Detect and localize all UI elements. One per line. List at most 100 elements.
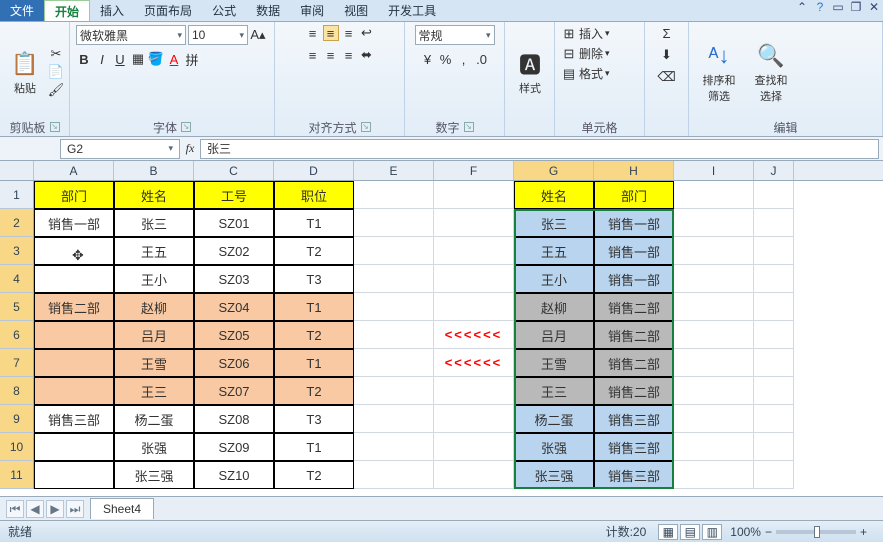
cell[interactable]: 张三强 xyxy=(514,461,594,489)
cell[interactable]: 王雪 xyxy=(114,349,194,377)
cell[interactable]: 王五 xyxy=(514,237,594,265)
cell[interactable]: 销售二部 xyxy=(594,349,674,377)
border-icon[interactable]: ▦ xyxy=(130,51,146,67)
menu-tab-6[interactable]: 视图 xyxy=(334,0,378,21)
find-select-button[interactable]: 🔍查找和选择 xyxy=(747,35,795,109)
col-header-E[interactable]: E xyxy=(354,161,434,180)
cell[interactable]: 姓名 xyxy=(114,181,194,209)
cell[interactable]: T1 xyxy=(274,349,354,377)
row-header[interactable]: 10 xyxy=(0,433,34,461)
delete-button[interactable]: ⊟删除▾ xyxy=(561,45,610,62)
sheet-tab[interactable]: Sheet4 xyxy=(90,498,154,519)
cut-icon[interactable]: ✂ xyxy=(48,46,64,62)
align-middle-icon[interactable]: ≡ xyxy=(323,25,339,41)
menu-tab-5[interactable]: 审阅 xyxy=(290,0,334,21)
cell[interactable]: SZ08 xyxy=(194,405,274,433)
cell[interactable]: T2 xyxy=(274,237,354,265)
cell[interactable] xyxy=(354,433,434,461)
cell[interactable] xyxy=(754,349,794,377)
cell[interactable] xyxy=(754,461,794,489)
cell[interactable] xyxy=(354,265,434,293)
cell[interactable] xyxy=(754,321,794,349)
name-box[interactable]: G2▾ xyxy=(60,139,180,159)
cell[interactable]: 王五 xyxy=(114,237,194,265)
cell[interactable] xyxy=(354,181,434,209)
decrease-decimal-icon[interactable]: .0 xyxy=(474,51,490,67)
row-header[interactable]: 1 xyxy=(0,181,34,209)
worksheet[interactable]: ABCDEFGHIJ 1部门姓名工号职位姓名部门2销售一部张三SZ01T1张三销… xyxy=(0,161,883,496)
col-header-B[interactable]: B xyxy=(114,161,194,180)
cell[interactable]: 王三 xyxy=(114,377,194,405)
row-header[interactable]: 8 xyxy=(0,377,34,405)
percent-icon[interactable]: % xyxy=(438,51,454,67)
bold-icon[interactable]: B xyxy=(76,51,92,67)
cell[interactable]: 吕月 xyxy=(114,321,194,349)
cell[interactable]: 杨二蛋 xyxy=(514,405,594,433)
menu-file[interactable]: 文件 xyxy=(0,0,44,21)
cell[interactable] xyxy=(34,349,114,377)
cell[interactable] xyxy=(354,321,434,349)
cell[interactable]: 工号 xyxy=(194,181,274,209)
dialog-launcher-icon[interactable]: ↘ xyxy=(181,122,191,132)
cell[interactable] xyxy=(34,377,114,405)
col-header-G[interactable]: G xyxy=(514,161,594,180)
col-header-F[interactable]: F xyxy=(434,161,514,180)
view-page-layout-icon[interactable]: ▤ xyxy=(680,524,700,540)
cell[interactable] xyxy=(434,461,514,489)
zoom-in-icon[interactable]: + xyxy=(860,525,867,539)
tab-first-icon[interactable]: ⏮ xyxy=(6,500,24,518)
autosum-icon[interactable]: Σ xyxy=(659,25,675,41)
menu-tab-4[interactable]: 数据 xyxy=(246,0,290,21)
align-top-icon[interactable]: ≡ xyxy=(305,25,321,41)
cell[interactable]: 职位 xyxy=(274,181,354,209)
row-header[interactable]: 6 xyxy=(0,321,34,349)
cell[interactable]: SZ01 xyxy=(194,209,274,237)
merge-icon[interactable]: ⬌ xyxy=(359,47,375,63)
tab-next-icon[interactable]: ▶ xyxy=(46,500,64,518)
cell[interactable] xyxy=(754,405,794,433)
cell[interactable] xyxy=(434,209,514,237)
cell[interactable]: 部门 xyxy=(34,181,114,209)
cell[interactable] xyxy=(434,405,514,433)
clear-icon[interactable]: ⌫ xyxy=(659,69,675,85)
cell[interactable]: 销售三部 xyxy=(594,461,674,489)
cell[interactable]: T2 xyxy=(274,377,354,405)
italic-icon[interactable]: I xyxy=(94,51,110,67)
cell[interactable] xyxy=(434,293,514,321)
cell[interactable]: 赵柳 xyxy=(114,293,194,321)
dialog-launcher-icon[interactable]: ↘ xyxy=(464,122,474,132)
col-header-A[interactable]: A xyxy=(34,161,114,180)
col-header-H[interactable]: H xyxy=(594,161,674,180)
formula-input[interactable]: 张三 xyxy=(200,139,879,159)
cell[interactable]: 销售二部 xyxy=(594,293,674,321)
dialog-launcher-icon[interactable]: ↘ xyxy=(50,122,60,132)
row-header[interactable]: 11 xyxy=(0,461,34,489)
styles-button[interactable]: 🅰样式 xyxy=(511,43,549,101)
col-header-C[interactable]: C xyxy=(194,161,274,180)
cell[interactable] xyxy=(354,461,434,489)
cell[interactable]: T1 xyxy=(274,433,354,461)
cell[interactable]: T1 xyxy=(274,209,354,237)
menu-tab-2[interactable]: 页面布局 xyxy=(134,0,202,21)
fx-icon[interactable]: fx xyxy=(180,141,200,156)
cell[interactable]: 销售二部 xyxy=(594,377,674,405)
tab-last-icon[interactable]: ⏭ xyxy=(66,500,84,518)
cell[interactable] xyxy=(674,405,754,433)
cell[interactable] xyxy=(754,181,794,209)
align-right-icon[interactable]: ≡ xyxy=(341,47,357,63)
zoom-out-icon[interactable]: − xyxy=(765,525,772,539)
cell[interactable]: SZ07 xyxy=(194,377,274,405)
cell[interactable] xyxy=(674,433,754,461)
cell[interactable]: T3 xyxy=(274,265,354,293)
insert-button[interactable]: ⊞插入▾ xyxy=(561,25,610,42)
help-icon[interactable]: ? xyxy=(811,0,829,21)
row-header[interactable]: 4 xyxy=(0,265,34,293)
cell[interactable] xyxy=(674,237,754,265)
view-normal-icon[interactable]: ▦ xyxy=(658,524,678,540)
menu-tab-1[interactable]: 插入 xyxy=(90,0,134,21)
cell[interactable]: 销售三部 xyxy=(594,433,674,461)
cell[interactable] xyxy=(674,265,754,293)
cell[interactable]: 杨二蛋 xyxy=(114,405,194,433)
currency-icon[interactable]: ¥ xyxy=(420,51,436,67)
cell[interactable] xyxy=(354,293,434,321)
